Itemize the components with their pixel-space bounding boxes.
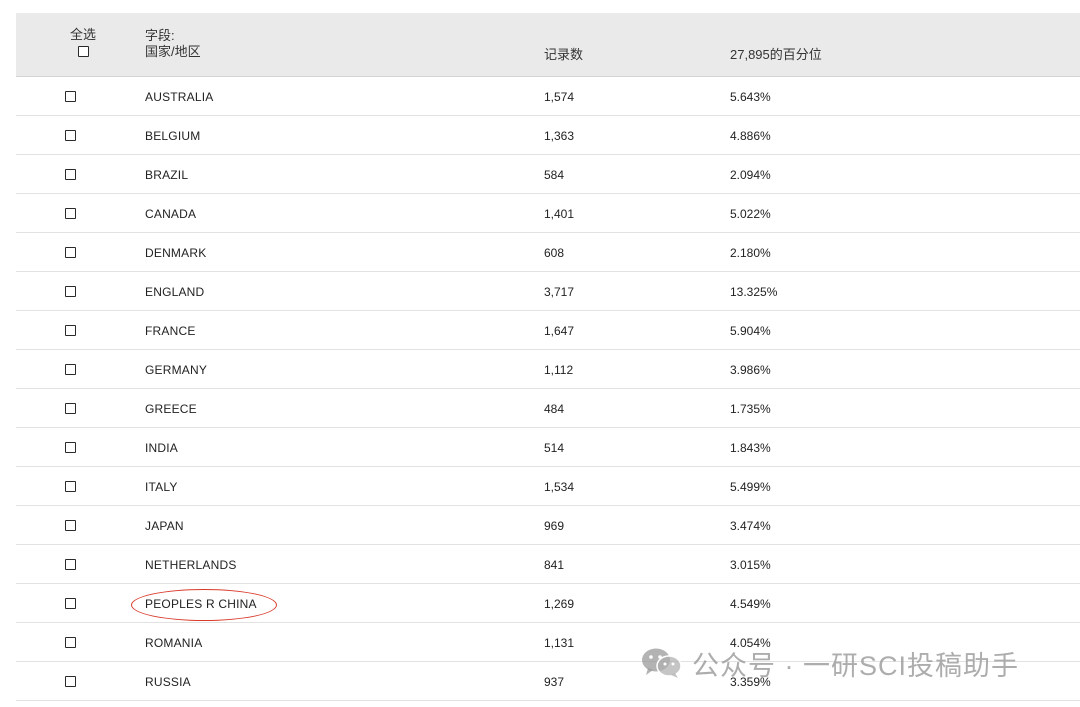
records-cell: 584 — [544, 168, 565, 182]
records-cell: 514 — [544, 441, 565, 455]
row-checkbox[interactable] — [65, 559, 76, 570]
table-row: GREECE 484 1.735% — [16, 389, 1080, 428]
table-row: ROMANIA 1,131 4.054% — [16, 623, 1080, 662]
field-label: 字段: — [145, 28, 175, 43]
select-all-column: 全选 — [66, 27, 100, 60]
table-row: INDIA 514 1.843% — [16, 428, 1080, 467]
country-cell: ITALY — [145, 480, 178, 494]
percent-column-header: 27,895的百分位 — [730, 47, 822, 62]
country-cell: ROMANIA — [145, 636, 203, 650]
records-cell: 1,131 — [544, 636, 575, 650]
country-cell: BRAZIL — [145, 168, 189, 182]
percent-cell: 5.022% — [730, 207, 771, 221]
records-cell: 1,112 — [544, 363, 574, 377]
percent-cell: 5.643% — [730, 90, 771, 104]
country-cell: CANADA — [145, 207, 197, 221]
percent-cell: 3.986% — [730, 363, 771, 377]
records-cell: 841 — [544, 558, 565, 572]
percent-cell: 13.325% — [730, 285, 778, 299]
percent-cell: 3.474% — [730, 519, 771, 533]
records-cell: 608 — [544, 246, 565, 260]
country-cell: RUSSIA — [145, 675, 191, 689]
row-checkbox[interactable] — [65, 130, 76, 141]
table-row: RUSSIA 937 3.359% — [16, 662, 1080, 701]
country-cell: BELGIUM — [145, 129, 201, 143]
table-row: BELGIUM 1,363 4.886% — [16, 116, 1080, 155]
table-header: 全选 字段: 国家/地区 记录数 27,895的百分位 — [16, 13, 1080, 77]
table-row: ITALY 1,534 5.499% — [16, 467, 1080, 506]
table-row: ENGLAND 3,717 13.325% — [16, 272, 1080, 311]
country-cell: ENGLAND — [145, 285, 205, 299]
table-row: DENMARK 608 2.180% — [16, 233, 1080, 272]
row-checkbox[interactable] — [65, 520, 76, 531]
country-cell: AUSTRALIA — [145, 90, 214, 104]
percent-cell: 4.549% — [730, 597, 771, 611]
records-cell: 484 — [544, 402, 565, 416]
row-checkbox[interactable] — [65, 598, 76, 609]
analysis-results-table: 全选 字段: 国家/地区 记录数 27,895的百分位 AUSTRALIA 1,… — [16, 13, 1080, 701]
row-checkbox[interactable] — [65, 91, 76, 102]
percent-cell: 2.180% — [730, 246, 771, 260]
records-cell: 1,574 — [544, 90, 575, 104]
records-cell: 969 — [544, 519, 565, 533]
country-cell: NETHERLANDS — [145, 558, 237, 572]
percent-cell: 1.735% — [730, 402, 771, 416]
percent-cell: 4.054% — [730, 636, 771, 650]
country-cell: GERMANY — [145, 363, 208, 377]
percent-cell: 3.359% — [730, 675, 771, 689]
records-cell: 3,717 — [544, 285, 575, 299]
records-cell: 1,534 — [544, 480, 575, 494]
percent-cell: 2.094% — [730, 168, 771, 182]
field-name: 国家/地区 — [145, 44, 201, 59]
table-row: FRANCE 1,647 5.904% — [16, 311, 1080, 350]
select-all-label: 全选 — [69, 27, 96, 42]
field-column-header: 字段: 国家/地区 — [145, 28, 201, 60]
records-cell: 1,647 — [544, 324, 575, 338]
percent-cell: 4.886% — [730, 129, 771, 143]
row-checkbox[interactable] — [65, 247, 76, 258]
row-checkbox[interactable] — [65, 637, 76, 648]
table-row: GERMANY 1,112 3.986% — [16, 350, 1080, 389]
row-checkbox[interactable] — [65, 403, 76, 414]
records-cell: 937 — [544, 675, 565, 689]
country-cell: JAPAN — [145, 519, 184, 533]
row-checkbox[interactable] — [65, 208, 76, 219]
row-checkbox[interactable] — [65, 442, 76, 453]
percent-cell: 3.015% — [730, 558, 771, 572]
row-checkbox[interactable] — [65, 325, 76, 336]
records-cell: 1,363 — [544, 129, 575, 143]
table-row: PEOPLES R CHINA 1,269 4.549% — [16, 584, 1080, 623]
records-cell: 1,269 — [544, 597, 575, 611]
table-row: BRAZIL 584 2.094% — [16, 155, 1080, 194]
row-checkbox[interactable] — [65, 676, 76, 687]
country-cell: DENMARK — [145, 246, 207, 260]
table-row: NETHERLANDS 841 3.015% — [16, 545, 1080, 584]
row-checkbox[interactable] — [65, 364, 76, 375]
table-row: CANADA 1,401 5.022% — [16, 194, 1080, 233]
records-cell: 1,401 — [544, 207, 575, 221]
row-checkbox[interactable] — [65, 286, 76, 297]
row-checkbox[interactable] — [65, 169, 76, 180]
percent-cell: 5.499% — [730, 480, 771, 494]
country-cell: PEOPLES R CHINA — [145, 597, 257, 611]
table-row: JAPAN 969 3.474% — [16, 506, 1080, 545]
country-cell: FRANCE — [145, 324, 196, 338]
select-all-checkbox[interactable] — [77, 46, 89, 57]
percent-cell: 5.904% — [730, 324, 771, 338]
row-checkbox[interactable] — [65, 481, 76, 492]
percent-cell: 1.843% — [730, 441, 771, 455]
table-row: AUSTRALIA 1,574 5.643% — [16, 77, 1080, 116]
records-column-header: 记录数 — [544, 47, 584, 62]
country-cell: INDIA — [145, 441, 179, 455]
country-cell: GREECE — [145, 402, 197, 416]
